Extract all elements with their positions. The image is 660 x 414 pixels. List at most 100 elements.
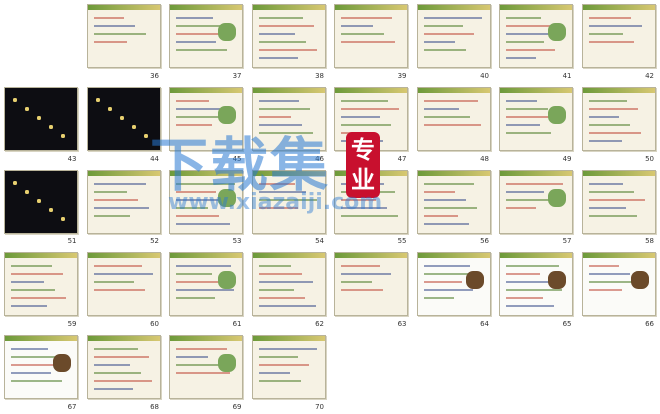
slide-text-line: [588, 33, 623, 35]
slide-header-bar: [87, 336, 160, 342]
slide-preview: [416, 4, 491, 68]
slide-thumbnail[interactable]: 36: [83, 0, 166, 83]
slide-text-line: [176, 214, 219, 217]
slide-thumbnail[interactable]: 62: [248, 248, 331, 331]
slide-preview: [416, 86, 491, 151]
slide-star: [107, 106, 112, 111]
slide-header-bar: [335, 253, 407, 259]
slide-thumbnail[interactable]: 48: [413, 83, 496, 166]
slide-number: 41: [562, 71, 572, 80]
slide-thumbnail[interactable]: 67: [0, 331, 83, 414]
slide-thumbnail[interactable]: 60: [83, 248, 166, 331]
slide-text-line: [93, 17, 124, 19]
slide-header-bar: [500, 5, 572, 10]
slide-preview: [334, 4, 408, 68]
slide-thumbnail[interactable]: 58: [578, 166, 660, 249]
slide-text-line: [588, 41, 634, 43]
slide-thumbnail[interactable]: 49: [495, 83, 578, 166]
slide-preview: [251, 169, 326, 234]
slide-text-line: [423, 115, 470, 118]
slide-text-line: [258, 265, 291, 268]
slide-picture: [218, 354, 236, 373]
slide-thumbnail[interactable]: 45: [165, 83, 248, 166]
slide-picture: [218, 105, 236, 124]
slide-text-line: [341, 273, 391, 276]
slide-thumbnail[interactable]: 46: [248, 83, 331, 166]
slide-preview: [169, 169, 243, 234]
slide-thumbnail[interactable]: 56: [413, 166, 496, 249]
slide-star: [13, 97, 17, 102]
slide-header-bar: [582, 87, 655, 93]
slide-text-line: [258, 17, 303, 19]
slide-preview: [4, 86, 78, 151]
slide-text-line: [93, 380, 152, 383]
slide-thumbnail[interactable]: 52: [83, 166, 166, 249]
slide-header-bar: [5, 253, 77, 259]
slide-thumbnail[interactable]: 43: [0, 83, 83, 166]
slide-number: 45: [232, 154, 242, 163]
slide-thumbnail[interactable]: 70: [248, 331, 331, 414]
slide-thumbnail[interactable]: 68: [83, 331, 166, 414]
slide-thumbnail[interactable]: 39: [330, 0, 413, 83]
slide-text-line: [588, 265, 619, 268]
slide-text-line: [258, 49, 317, 51]
slide-text-line: [423, 289, 473, 292]
slide-thumbnail[interactable]: 65: [495, 248, 578, 331]
slide-thumbnail[interactable]: 44: [83, 83, 166, 166]
slide-thumbnail[interactable]: 63: [330, 248, 413, 331]
slide-thumbnail[interactable]: 40: [413, 0, 496, 83]
slide-thumbnail[interactable]: 51: [0, 166, 83, 249]
slide-thumbnail[interactable]: 54: [248, 166, 331, 249]
slide-number: 43: [67, 154, 77, 163]
slide-text-line: [588, 17, 631, 19]
slide-number: 65: [562, 320, 572, 329]
slide-text-line: [176, 17, 213, 19]
slide-thumbnail[interactable]: 50: [578, 83, 660, 166]
slide-thumbnail[interactable]: 37: [165, 0, 248, 83]
slide-text-line: [423, 17, 482, 19]
slide-text-line: [341, 107, 399, 110]
slide-thumbnail[interactable]: 64: [413, 248, 496, 331]
slide-text-line: [258, 356, 298, 359]
slide-text-line: [423, 265, 470, 268]
slide-star: [13, 180, 17, 185]
slide-text-line: [93, 273, 153, 276]
slide-text-line: [506, 17, 541, 19]
slide-preview: [4, 252, 78, 317]
slide-text-line: [176, 49, 227, 51]
slide-thumbnail[interactable]: 41: [495, 0, 578, 83]
slide-text-line: [506, 289, 562, 292]
slide-number: 61: [232, 320, 242, 329]
slide-thumbnail[interactable]: 69: [165, 331, 248, 414]
slide-thumbnail[interactable]: 38: [248, 0, 331, 83]
slide-thumbnail[interactable]: 59: [0, 248, 83, 331]
slide-thumbnail[interactable]: 66: [578, 248, 660, 331]
slide-star: [143, 133, 148, 138]
slide-number: 50: [645, 154, 654, 163]
slide-picture: [218, 23, 236, 41]
slide-text-line: [93, 182, 146, 185]
slide-thumbnail[interactable]: 57: [495, 166, 578, 249]
slide-thumbnail[interactable]: 61: [165, 248, 248, 331]
slide-text-line: [588, 182, 623, 185]
slide-text-line: [176, 289, 234, 292]
slide-preview: [499, 169, 573, 234]
slide-text-line: [341, 41, 395, 43]
slide-text-line: [341, 206, 387, 209]
slide-thumbnail[interactable]: 42: [578, 0, 660, 83]
slide-preview: [86, 4, 161, 68]
slide-text-line: [93, 265, 142, 268]
slide-text-line: [258, 206, 298, 209]
slide-text-line: [176, 123, 212, 126]
slide-text-line: [176, 190, 216, 193]
slide-text-line: [258, 297, 305, 300]
slide-picture: [548, 23, 566, 41]
slide-number: 57: [562, 237, 572, 246]
slide-number: 67: [67, 402, 77, 411]
slide-text-line: [341, 115, 380, 118]
slide-thumbnail[interactable]: 53: [165, 166, 248, 249]
slide-text-line: [176, 182, 235, 185]
slide-text-line: [506, 182, 563, 185]
slide-number: 36: [150, 71, 159, 80]
slide-header-bar: [252, 253, 325, 259]
